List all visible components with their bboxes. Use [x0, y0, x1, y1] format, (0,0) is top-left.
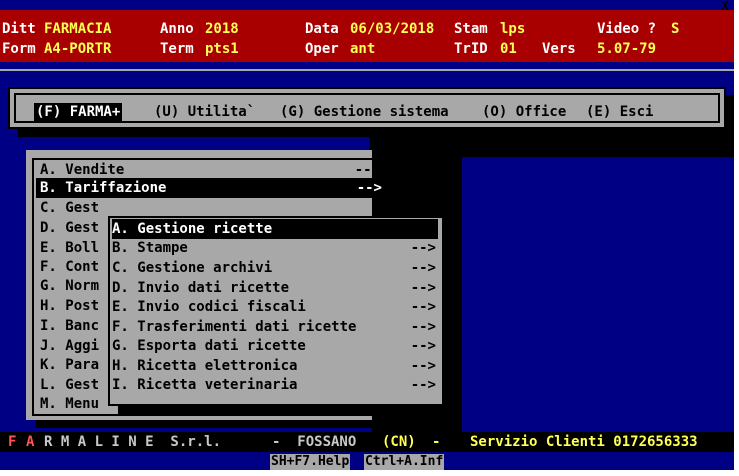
background-shadow-panel [370, 137, 734, 157]
menu2-item-stampe[interactable]: B. Stampe --> [112, 238, 438, 258]
menu2-item-label: I. Ricetta veterinaria [112, 377, 298, 393]
info-key[interactable]: Ctrl+A.Inf [364, 454, 445, 470]
menu1-item-label: B. Tariffazione [40, 180, 167, 196]
oper-label: Oper [305, 41, 339, 57]
menubar-shadow-bottom [18, 129, 726, 137]
menu2-item-trasferimenti[interactable]: F. Trasferimenti dati ricette --> [112, 317, 438, 337]
trid-value: 01 [500, 41, 517, 57]
submenu-arrow: --> [356, 180, 382, 196]
main-menubar: (F) FARMA+ (U) Utilita` (G) Gestione sis… [8, 87, 726, 129]
menu2-item-label: A. Gestione ricette [112, 221, 273, 237]
window-frame-bottom [0, 470, 739, 476]
ditt-value: FARMACIA [44, 21, 112, 37]
form-value: A4-PORTR [44, 41, 112, 57]
menu2-item-label: F. Trasferimenti dati ricette [112, 319, 357, 335]
brand-letter-a: A [26, 434, 35, 450]
window-frame-right [734, 0, 739, 476]
trid-label: TrID [454, 41, 488, 57]
menu-farma[interactable]: (F) FARMA+ [34, 103, 123, 121]
menu-esci[interactable]: (E) Esci [586, 103, 653, 121]
submenu-arrow: --> [410, 240, 436, 256]
submenu-arrow: --> [410, 358, 436, 374]
header-top-strip [0, 10, 734, 18]
anno-label: Anno [160, 21, 194, 37]
video-value: S [671, 21, 680, 37]
company-footer: F A R M A L I N E S.r.l. - FOSSANO (CN) … [0, 432, 734, 452]
vers-value: 5.07-79 [597, 41, 657, 57]
anno-value: 2018 [205, 21, 239, 37]
footer-province: (CN) [382, 434, 416, 450]
menu2-item-gestione-archivi[interactable]: C. Gestione archivi --> [112, 258, 438, 278]
menu2-item-ricetta-veterinaria[interactable]: I. Ricetta veterinaria --> [112, 375, 438, 395]
brand-letter-f: F [8, 434, 17, 450]
brand-name: R M A L I N E S.r.l. [44, 434, 222, 450]
tariffazione-submenu: A. Gestione ricette B. Stampe --> C. Gest… [108, 216, 444, 406]
menubar-shadow [726, 95, 734, 137]
close-icon[interactable]: X [716, 0, 734, 12]
menu2-item-label: E. Invio codici fiscali [112, 299, 306, 315]
menu2-item-label: H. Ricetta elettronica [112, 358, 298, 374]
menu1-item-vendite[interactable]: A. Vendite --> [40, 160, 384, 180]
menu-utilita[interactable]: (U) Utilita` [154, 103, 255, 121]
help-key[interactable]: SH+F7.Help [270, 454, 351, 470]
menu2-item-label: G. Esporta dati ricette [112, 338, 306, 354]
submenu-arrow: --> [410, 319, 436, 335]
submenu-arrow: --> [410, 377, 436, 393]
menu2-item-ricetta-elettronica[interactable]: H. Ricetta elettronica --> [112, 356, 438, 376]
terminal-screen: Ditt FARMACIA Anno 2018 Data 06/03/2018 … [0, 0, 734, 470]
stam-value: lps [500, 21, 526, 37]
term-value: pts1 [205, 41, 239, 57]
submenu-shadow-bottom [36, 420, 372, 428]
menu2-item-invio-dati-ricette[interactable]: D. Invio dati ricette --> [112, 278, 438, 298]
menu2-item-invio-codici-fiscali[interactable]: E. Invio codici fiscali --> [112, 297, 438, 317]
menu2-item-label: B. Stampe [112, 240, 188, 256]
data-value: 06/03/2018 [350, 21, 435, 37]
menu1-item-tariffazione[interactable]: B. Tariffazione --> [36, 178, 386, 198]
data-label: Data [305, 21, 339, 37]
submenu2-shadow [444, 224, 462, 414]
stam-label: Stam [454, 21, 488, 37]
footer-dash: - [432, 434, 441, 450]
submenu-arrow: --> [410, 260, 436, 276]
header-panel: Ditt FARMACIA Anno 2018 Data 06/03/2018 … [0, 18, 734, 62]
menu2-item-gestione-ricette[interactable]: A. Gestione ricette [112, 219, 438, 239]
ditt-label: Ditt [2, 21, 36, 37]
header-separator [0, 69, 734, 71]
menu2-item-label: C. Gestione archivi [112, 260, 273, 276]
submenu-arrow: --> [410, 280, 436, 296]
form-label: Form [2, 41, 36, 57]
menu1-item-label: A. Vendite [40, 162, 125, 178]
menu-gestione-sistema[interactable]: (G) Gestione sistema [280, 103, 449, 121]
menu2-item-esporta-dati[interactable]: G. Esporta dati ricette --> [112, 336, 438, 356]
footer-city: - FOSSANO [272, 434, 357, 450]
menu2-item-label: D. Invio dati ricette [112, 280, 290, 296]
term-label: Term [160, 41, 194, 57]
menu-office[interactable]: (O) Office [482, 103, 566, 121]
menu1-item-c[interactable]: C. Gest [40, 198, 384, 218]
submenu-arrow: --> [354, 162, 380, 178]
submenu2-shadow-bottom [118, 406, 444, 414]
video-label: Video ? [597, 21, 657, 37]
oper-value: ant [350, 41, 376, 57]
vers-label: Vers [542, 41, 576, 57]
header-row-1: Ditt FARMACIA Anno 2018 Data 06/03/2018 … [0, 18, 734, 40]
service-phone: Servizio Clienti 0172656333 [470, 434, 698, 450]
submenu-arrow: --> [410, 338, 436, 354]
submenu-arrow: --> [410, 299, 436, 315]
header-row-2: Form A4-PORTR Term pts1 Oper ant TrID 01… [0, 38, 734, 60]
